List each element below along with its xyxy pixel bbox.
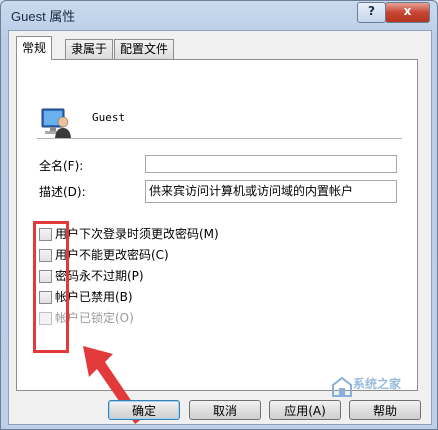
checkbox-label: 帐户已禁用(B): [55, 290, 133, 304]
separator: [37, 138, 402, 139]
checkbox: [39, 312, 52, 325]
dialog-client-area: 常规 隶属于 配置文件 Guest 全名(F): 描述(D): 供来宾访问计算机…: [8, 30, 432, 425]
help-title-button[interactable]: ?: [357, 2, 386, 23]
watermark-text: 系统之家: [353, 377, 402, 391]
checkbox[interactable]: [39, 249, 52, 262]
description-label: 描述(D):: [39, 185, 86, 199]
cancel-button[interactable]: 取消: [189, 400, 261, 420]
checkbox-label: 用户不能更改密码(C): [55, 248, 169, 262]
tab-member-of[interactable]: 隶属于: [65, 39, 114, 59]
fullname-input[interactable]: [145, 155, 397, 173]
checkbox[interactable]: [39, 270, 52, 283]
checkbox-label: 密码永不过期(P): [55, 269, 144, 283]
user-account-icon: [41, 108, 71, 138]
description-input[interactable]: 供来宾访问计算机或访问域的内置帐户: [145, 180, 397, 203]
tab-general[interactable]: 常规: [16, 36, 53, 60]
general-tab-panel: Guest 全名(F): 描述(D): 供来宾访问计算机或访问域的内置帐户 用户…: [16, 59, 418, 424]
fullname-label: 全名(F):: [39, 159, 84, 173]
checkbox[interactable]: [39, 291, 52, 304]
window-title: Guest 属性: [11, 9, 76, 24]
ok-button[interactable]: 确定: [108, 400, 180, 420]
checkbox[interactable]: [39, 228, 52, 241]
checkbox-label: 帐户已锁定(O): [55, 311, 134, 325]
checkbox-label: 用户下次登录时须更改密码(M): [55, 227, 219, 241]
close-button[interactable]: x: [385, 2, 430, 23]
watermark: 系统之家: [331, 376, 431, 421]
title-bar[interactable]: Guest 属性 ? x: [1, 1, 437, 29]
user-name: Guest: [92, 111, 126, 124]
properties-dialog: Guest 属性 ? x 常规 隶属于 配置文件 Guest 全名(F): 描述…: [0, 0, 438, 430]
watermark-logo-icon: [332, 376, 352, 397]
tab-profile[interactable]: 配置文件: [114, 39, 175, 59]
